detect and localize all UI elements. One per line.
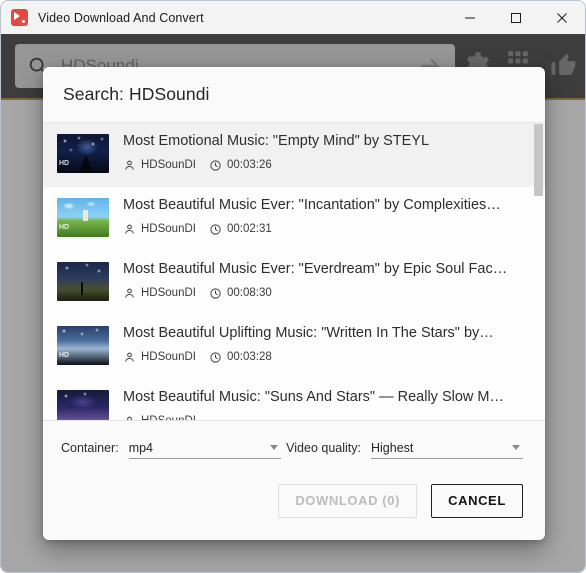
channel-name: HDSounDI [123, 350, 196, 364]
channel-label: HDSounDI [141, 351, 196, 363]
duration-label: 00:03:28 [226, 351, 272, 363]
video-meta: HDSounDI 00:03:26 [123, 158, 529, 172]
person-icon [123, 415, 141, 420]
channel-label: HDSounDI [141, 159, 196, 171]
results-area: HD Most Emotional Music: "Empty Mind" by … [43, 122, 545, 421]
title-bar: Video Download And Convert [1, 1, 585, 34]
result-row[interactable]: HD Most Beautiful Uplifting Music: "Writt… [43, 315, 545, 379]
channel-watermark: HD [59, 352, 70, 359]
channel-name: HDSounDI [123, 414, 196, 421]
video-meta: HDSounDI [123, 414, 529, 421]
download-button[interactable]: DOWNLOAD (0) [278, 483, 417, 518]
video-meta: HDSounDI 00:03:28 [123, 350, 529, 364]
quality-value: Highest [371, 440, 414, 455]
application-body: HDSoundi Search: HDSoundi HD Most Emotio… [1, 34, 585, 572]
channel-watermark: HD [59, 160, 70, 167]
person-icon [123, 287, 141, 300]
channel-name: HDSounDI [123, 222, 196, 236]
maximize-button[interactable] [493, 1, 539, 34]
result-text: Most Beautiful Music: "Suns And Stars" —… [123, 387, 529, 421]
video-duration: 00:08:30 [209, 286, 272, 300]
video-duration: 00:03:26 [209, 158, 272, 172]
scrollbar-thumb[interactable] [534, 124, 543, 196]
result-row[interactable]: Most Beautiful Music: "Suns And Stars" —… [43, 379, 545, 421]
chevron-down-icon [269, 445, 278, 450]
result-text: Most Beautiful Music Ever: "Everdream" b… [123, 259, 529, 300]
result-row[interactable]: HD Most Emotional Music: "Empty Mind" by … [43, 123, 545, 187]
clock-icon [209, 223, 227, 236]
video-title: Most Beautiful Music Ever: "Everdream" b… [123, 261, 508, 277]
clock-icon [209, 351, 227, 364]
video-thumbnail: HD [57, 198, 109, 237]
clock-icon [209, 287, 227, 300]
application-window: Video Download And Convert HDSoundi Sear… [0, 0, 586, 573]
video-meta: HDSounDI 00:02:31 [123, 222, 529, 236]
duration-label: 00:08:30 [226, 287, 272, 299]
result-row[interactable]: Most Beautiful Music Ever: "Everdream" b… [43, 251, 545, 315]
video-thumbnail [57, 262, 109, 301]
container-value: mp4 [128, 440, 154, 455]
results-scrollbar[interactable] [534, 124, 543, 419]
search-results-dialog: Search: HDSoundi HD Most Emotional Music:… [43, 67, 545, 540]
result-row[interactable]: HD Most Beautiful Music Ever: "Incantatio… [43, 187, 545, 251]
window-title: Video Download And Convert [38, 10, 204, 25]
result-text: Most Beautiful Music Ever: "Incantation"… [123, 195, 529, 236]
video-title: Most Beautiful Music Ever: "Incantation"… [123, 197, 501, 213]
dialog-title: Search: HDSoundi [63, 84, 210, 104]
video-record-icon [11, 9, 28, 26]
video-title: Most Beautiful Music: "Suns And Stars" —… [123, 389, 504, 405]
quality-select[interactable]: Highest [371, 437, 523, 459]
channel-label: HDSounDI [141, 287, 196, 299]
quality-field: Video quality: Highest [286, 437, 523, 459]
container-label: Container: [61, 440, 119, 455]
video-title: Most Emotional Music: "Empty Mind" by ST… [123, 133, 430, 149]
person-icon [123, 223, 141, 236]
chevron-down-icon [512, 445, 520, 450]
results-list[interactable]: HD Most Emotional Music: "Empty Mind" by … [43, 123, 545, 421]
result-text: Most Emotional Music: "Empty Mind" by ST… [123, 131, 529, 172]
person-icon [123, 159, 141, 172]
result-text: Most Beautiful Uplifting Music: "Written… [123, 323, 529, 364]
channel-watermark: HD [59, 224, 70, 231]
container-select[interactable]: mp4 [128, 437, 281, 459]
video-duration: 00:03:28 [209, 350, 272, 364]
container-field: Container: mp4 [61, 437, 281, 459]
video-meta: HDSounDI 00:08:30 [123, 286, 529, 300]
video-thumbnail [57, 390, 109, 420]
video-duration: 00:02:31 [209, 222, 272, 236]
video-title: Most Beautiful Uplifting Music: "Written… [123, 325, 494, 341]
video-thumbnail: HD [57, 326, 109, 365]
duration-label: 00:03:26 [226, 159, 272, 171]
person-icon [123, 351, 141, 364]
dialog-header: Search: HDSoundi [43, 67, 545, 122]
video-thumbnail: HD [57, 134, 109, 173]
duration-label: 00:02:31 [226, 223, 272, 235]
close-button[interactable] [539, 1, 585, 34]
channel-label: HDSounDI [141, 223, 196, 235]
window-controls [447, 1, 585, 34]
clock-icon [209, 159, 227, 172]
cancel-button[interactable]: CANCEL [431, 483, 523, 518]
options-row: Container: mp4 Video quality: Highest [43, 421, 545, 475]
channel-name: HDSounDI [123, 286, 196, 300]
channel-label: HDSounDI [141, 415, 196, 421]
quality-label: Video quality: [286, 440, 361, 455]
action-row: DOWNLOAD (0) CANCEL [43, 475, 545, 540]
channel-name: HDSounDI [123, 158, 196, 172]
minimize-button[interactable] [447, 1, 493, 34]
